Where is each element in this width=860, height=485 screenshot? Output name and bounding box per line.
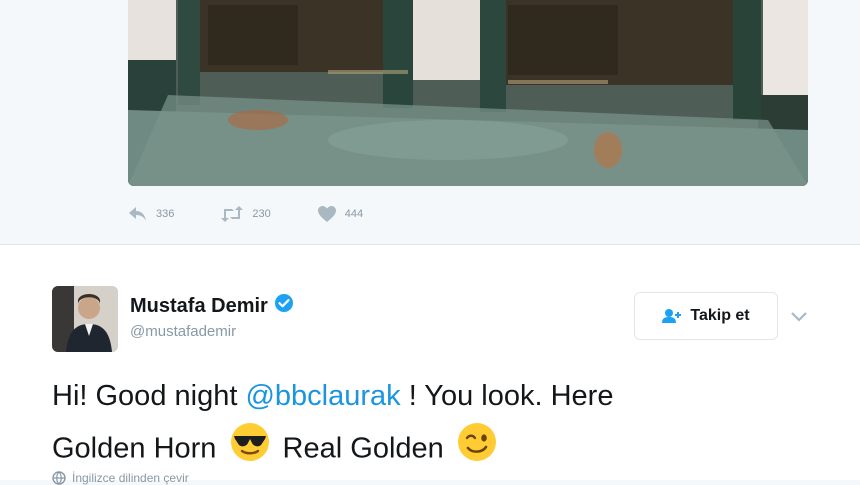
previous-tweet-card: 336 230 444 [0,0,860,240]
reply-count: 336 [156,208,175,220]
verified-icon [274,293,294,319]
tweet-text-part: Hi! Good night [52,380,246,412]
reply-button[interactable]: 336 [128,206,174,222]
tweet-text: Hi! Good night @bbclaurak ! You look. He… [52,371,812,479]
reply-icon [129,207,146,221]
translate-label: İngilizce dilinden çevir [72,471,189,485]
avatar[interactable] [52,286,118,352]
tweet-text-part: ! You look. Here [400,380,614,412]
retweet-count: 230 [252,208,271,220]
tweet-text-part: Golden Horn [52,432,225,465]
tweet-text-part: Real Golden [274,432,452,465]
tweet-actions: 336 230 444 [128,202,409,226]
globe-icon [52,471,66,485]
more-options-button[interactable] [790,309,808,327]
heart-icon [317,206,336,222]
retweet-icon [221,206,244,222]
sunglasses-emoji [229,421,271,479]
like-count: 444 [344,208,364,220]
tweet-photo[interactable] [128,0,808,186]
retweet-button[interactable]: 230 [220,206,271,222]
display-name-text: Mustafa Demir [130,294,268,317]
follow-label: Takip et [690,307,750,324]
chevron-down-icon [791,312,807,322]
like-button[interactable]: 444 [317,205,363,223]
wink-emoji [456,421,498,479]
add-user-icon [662,309,682,323]
photo-illustration [128,0,808,186]
translate-link[interactable]: İngilizce dilinden çevir [52,471,189,485]
user-handle[interactable]: @mustafademir [130,323,236,340]
avatar-image [52,286,118,352]
follow-button[interactable]: Takip et [634,292,778,340]
tweet-card: Mustafa Demir @mustafademir Takip et Hi!… [0,245,860,485]
mention-link[interactable]: @bbclaurak [245,380,400,412]
display-name[interactable]: Mustafa Demir [130,293,294,319]
